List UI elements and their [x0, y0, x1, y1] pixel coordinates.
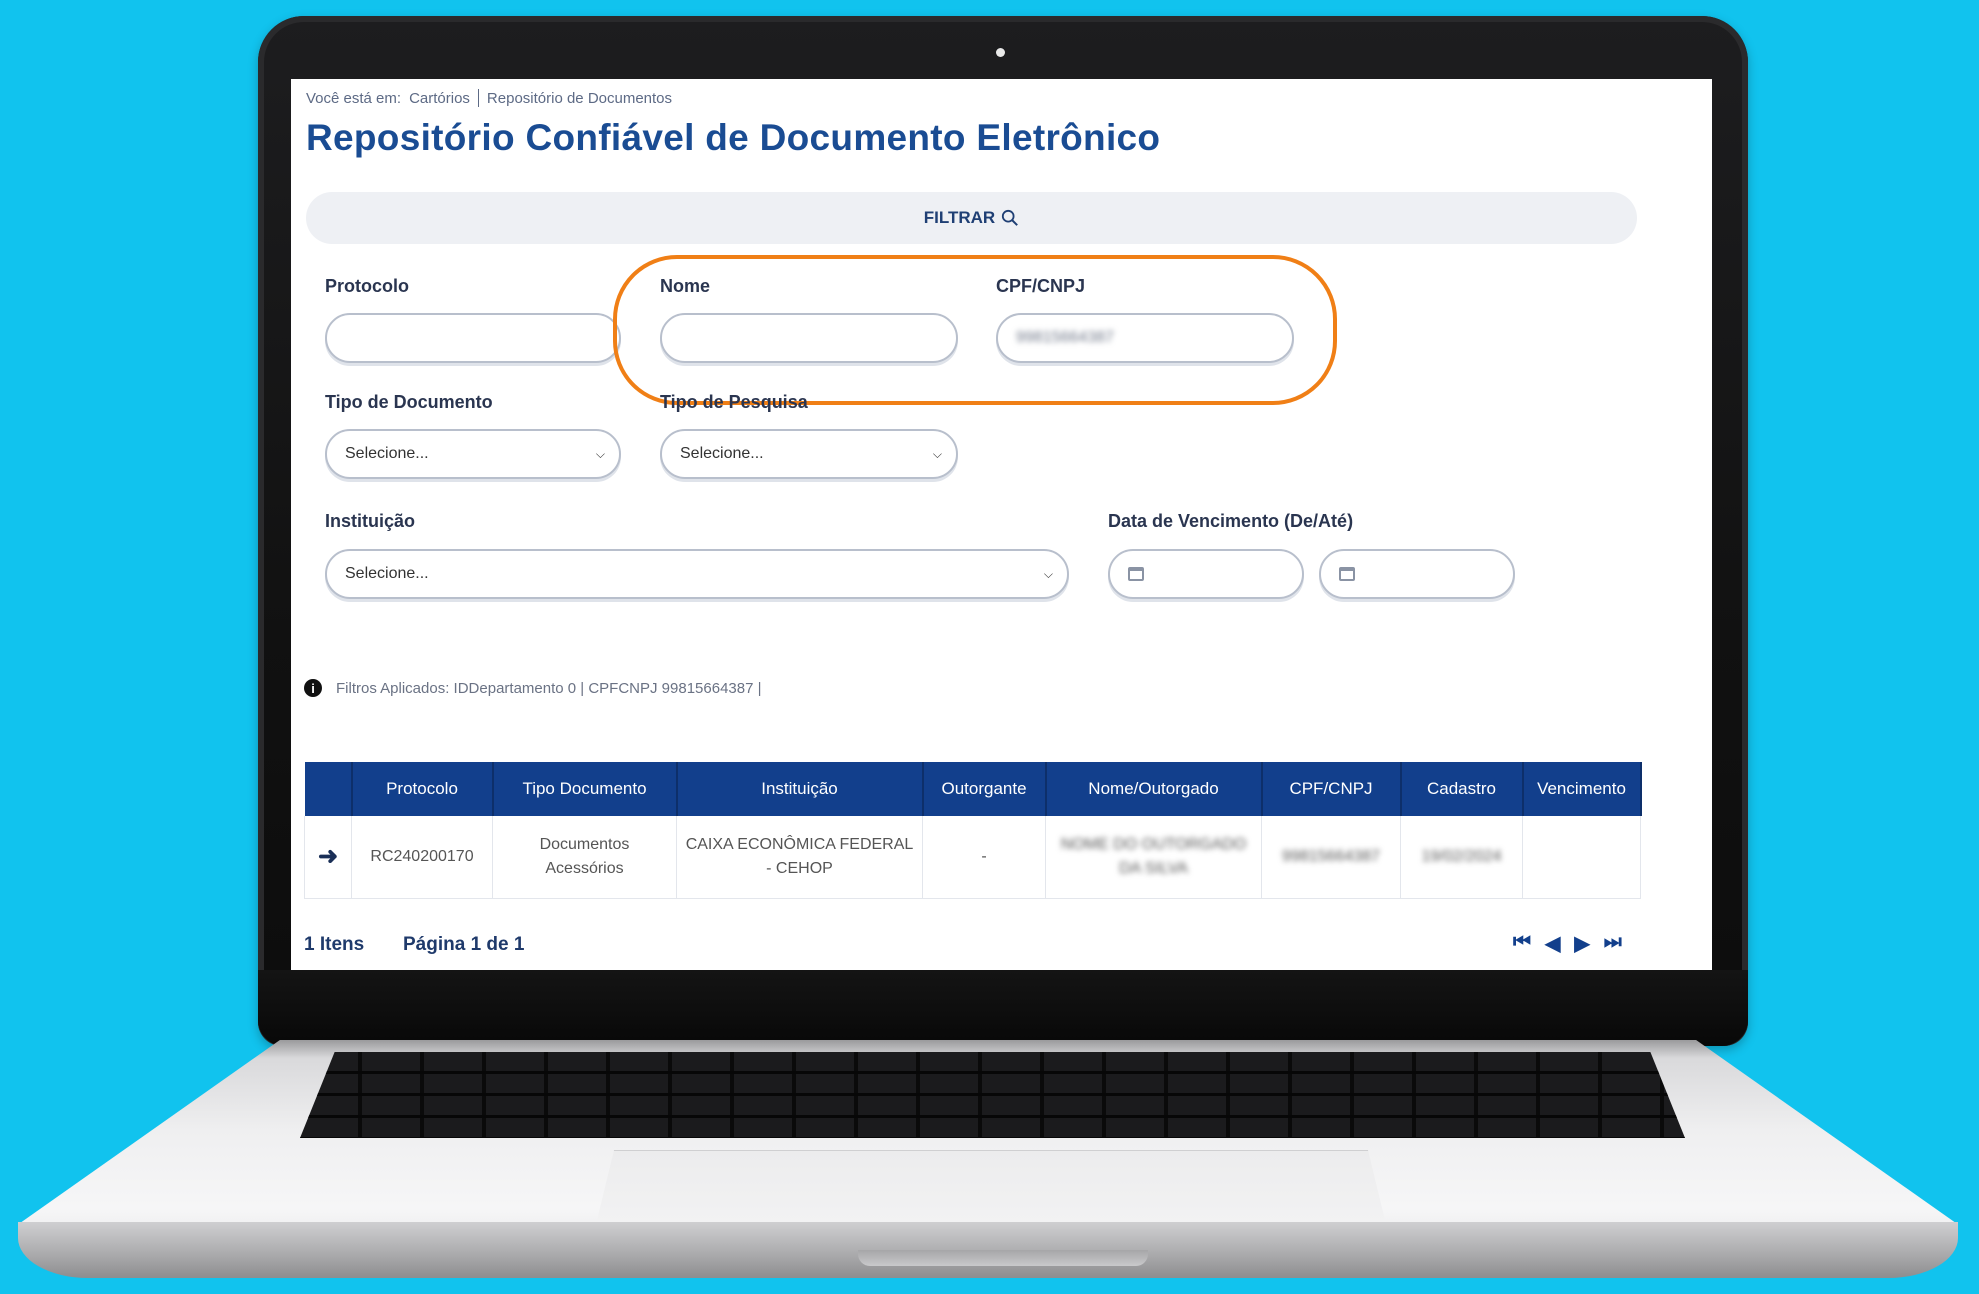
row-nome-outorgado: NOME DO OUTORGADO DA SILVA [1045, 816, 1262, 899]
breadcrumb-item-repositorio[interactable]: Repositório de Documentos [487, 90, 672, 107]
table-header-action [304, 762, 353, 816]
row-open-cell[interactable]: ➜ [304, 816, 352, 899]
next-page-icon[interactable]: ▶ [1574, 931, 1589, 956]
protocolo-label: Protocolo [325, 276, 409, 296]
data-vencimento-label: Data de Vencimento (De/Até) [1108, 511, 1354, 531]
row-cadastro: 19/02/2024 [1400, 816, 1523, 899]
chevron-down-icon: ⌵ [1043, 566, 1053, 581]
page-indicator: Página 1 de 1 [403, 934, 525, 955]
filter-label: FILTRAR [923, 208, 996, 227]
instituicao-label: Instituição [325, 511, 416, 531]
keyboard [300, 1052, 1685, 1138]
row-cpf-cnpj: 99815664387 [1261, 816, 1401, 899]
laptop-notch [858, 1250, 1148, 1266]
tipo-pesquisa-label: Tipo de Pesquisa [660, 392, 808, 412]
tipo-pesquisa-select[interactable]: Selecione... ⌵ [660, 429, 958, 479]
row-vencimento [1522, 816, 1641, 899]
calendar-icon [1128, 567, 1144, 581]
applied-filters-text: Filtros Aplicados: IDDepartamento 0 | CP… [336, 679, 762, 697]
table-header-protocolo[interactable]: Protocolo [351, 762, 494, 816]
breadcrumb: Você está em: Cartórios Repositório de D… [306, 89, 672, 107]
filter-toggle-button[interactable]: FILTRAR [306, 192, 1637, 244]
row-outorgante: - [922, 816, 1046, 899]
instituicao-select[interactable]: Selecione... ⌵ [325, 549, 1069, 599]
tipo-documento-value: Selecione... [345, 445, 429, 462]
tipo-pesquisa-value: Selecione... [680, 445, 764, 462]
arrow-right-icon[interactable]: ➜ [318, 843, 338, 870]
first-page-icon[interactable]: ⏮ [1513, 931, 1531, 956]
results-table: Protocolo Tipo Documento Instituição Out… [304, 762, 1642, 899]
app-screen: Você está em: Cartórios Repositório de D… [291, 79, 1712, 970]
applied-filters: i Filtros Aplicados: IDDepartamento 0 | … [304, 679, 762, 697]
table-header-row: Protocolo Tipo Documento Instituição Out… [304, 762, 1642, 816]
last-page-icon[interactable]: ⏭ [1604, 931, 1622, 956]
chevron-down-icon: ⌵ [595, 446, 605, 461]
pagination: ⏮ ◀ ▶ ⏭ [1513, 931, 1622, 956]
page-title: Repositório Confiável de Documento Eletr… [306, 117, 1161, 158]
data-vencimento-to-input[interactable] [1319, 549, 1515, 599]
table-header-nome-outorgado[interactable]: Nome/Outorgado [1045, 762, 1263, 816]
row-protocolo: RC240200170 [351, 816, 493, 899]
instituicao-value: Selecione... [345, 565, 429, 582]
row-tipo-documento: Documentos Acessórios [492, 816, 677, 899]
breadcrumb-prefix: Você está em: [306, 89, 402, 107]
protocolo-input[interactable] [325, 313, 621, 363]
data-vencimento-from-input[interactable] [1108, 549, 1304, 599]
table-header-outorgante[interactable]: Outorgante [922, 762, 1047, 816]
table-header-cpf-cnpj[interactable]: CPF/CNPJ [1261, 762, 1402, 816]
items-count: 1 Itens [304, 934, 365, 955]
highlight-ring [613, 255, 1337, 405]
tipo-documento-select[interactable]: Selecione... ⌵ [325, 429, 621, 479]
calendar-icon [1339, 567, 1355, 581]
info-icon: i [304, 679, 322, 697]
laptop-bezel-chin [258, 970, 1748, 1046]
table-header-cadastro[interactable]: Cadastro [1400, 762, 1524, 816]
prev-page-icon[interactable]: ◀ [1545, 931, 1560, 956]
tipo-documento-label: Tipo de Documento [325, 392, 493, 412]
breadcrumb-item-cartorios[interactable]: Cartórios [409, 90, 470, 107]
camera-icon [996, 48, 1005, 57]
row-instituicao: CAIXA ECONÔMICA FEDERAL - CEHOP [676, 816, 923, 899]
table-header-instituicao[interactable]: Instituição [676, 762, 924, 816]
table-row[interactable]: ➜ RC240200170 Documentos Acessórios CAIX… [304, 816, 1641, 899]
breadcrumb-separator [477, 89, 479, 107]
chevron-down-icon: ⌵ [932, 446, 942, 461]
table-header-vencimento[interactable]: Vencimento [1522, 762, 1642, 816]
table-header-tipo-documento[interactable]: Tipo Documento [492, 762, 678, 816]
search-icon [1002, 209, 1019, 226]
